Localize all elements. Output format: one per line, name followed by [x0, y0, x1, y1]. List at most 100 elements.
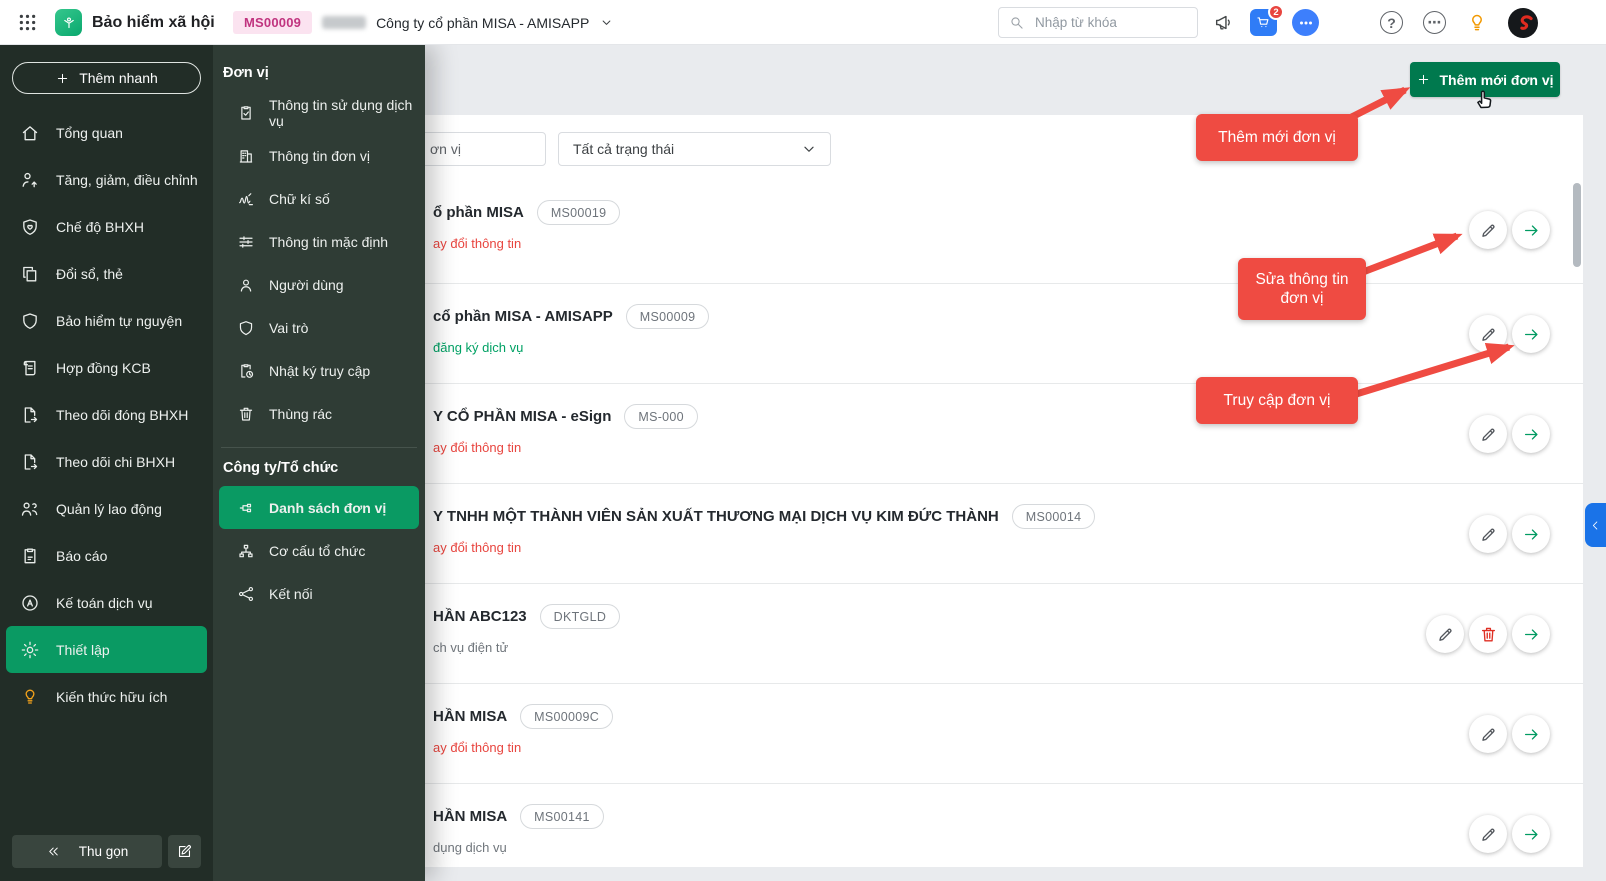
sidebar-item-doi-so-the[interactable]: Đổi sổ, thẻ — [0, 250, 213, 297]
expand-panel-tab[interactable] — [1585, 503, 1606, 547]
unit-row-title: HẦN ABC123 DKTGLD — [433, 604, 621, 629]
open-unit-button[interactable] — [1512, 615, 1550, 653]
announcement-button[interactable] — [1208, 0, 1238, 45]
sidebar-item-label: Quản lý lao động — [56, 500, 162, 517]
edit-menu-button[interactable] — [168, 835, 201, 868]
flyout-item-label: Thùng rác — [269, 405, 333, 422]
arrow-right-icon — [1522, 425, 1541, 444]
flyout-item-label: Chữ kí số — [269, 190, 330, 207]
status-filter-value: Tất cả trạng thái — [573, 141, 675, 157]
knowledge-icon — [20, 687, 40, 707]
sidebar-item-che-do-bhxh[interactable]: Chế độ BHXH — [0, 203, 213, 250]
unit-row-title: ổ phần MISA MS00019 — [433, 200, 621, 225]
sidebar-item-quan-ly-lao-dong[interactable]: Quản lý lao động — [0, 485, 213, 532]
status-filter-select[interactable]: Tất cả trạng thái — [558, 132, 831, 166]
edit-unit-button[interactable] — [1426, 615, 1464, 653]
edit-unit-button[interactable] — [1469, 211, 1507, 249]
scrollbar-thumb[interactable] — [1573, 183, 1581, 267]
edit-unit-button[interactable] — [1469, 415, 1507, 453]
help-button[interactable]: ? — [1380, 0, 1403, 45]
open-unit-button[interactable] — [1512, 815, 1550, 853]
flyout-item-thong-tin-su-dung-dich-vu[interactable]: Thông tin sử dụng dịch vụ — [213, 91, 425, 134]
flyout-item-nguoi-dung[interactable]: Người dùng — [213, 263, 425, 306]
unit-row-title: Y CỔ PHẦN MISA - eSign MS-000 — [433, 404, 698, 429]
open-unit-button[interactable] — [1512, 211, 1550, 249]
sidebar-item-label: Thiết lập — [56, 641, 110, 658]
sidebar-item-bao-cao[interactable]: Báo cáo — [0, 532, 213, 579]
trash-icon — [237, 405, 255, 423]
flyout-item-danh-sach-don-vi[interactable]: Danh sách đơn vị — [219, 486, 419, 529]
sidebar-item-kien-thuc-huu-ich[interactable]: Kiến thức hữu ích — [0, 673, 213, 720]
unit-code-badge: MS00009 — [233, 11, 313, 34]
store-cart-button[interactable]: 2 — [1250, 0, 1284, 45]
tips-button[interactable] — [1462, 0, 1492, 45]
unit-code-pill: MS-000 — [624, 404, 698, 429]
open-unit-button[interactable] — [1512, 515, 1550, 553]
edit-unit-button[interactable] — [1469, 315, 1507, 353]
sidebar-item-thiet-lap[interactable]: Thiết lập — [6, 626, 207, 673]
shield-icon — [237, 319, 255, 337]
apps-grid-icon[interactable] — [14, 0, 40, 45]
unit-code-pill: MS00141 — [520, 804, 604, 829]
edit-unit-button[interactable] — [1469, 715, 1507, 753]
doc-export-icon — [20, 452, 40, 472]
user-icon — [237, 276, 255, 294]
edit-unit-button[interactable] — [1469, 515, 1507, 553]
pencil-icon — [1479, 221, 1498, 240]
copy-icon — [20, 264, 40, 284]
delete-unit-button[interactable] — [1469, 615, 1507, 653]
unit-name: Y CỔ PHẦN MISA - eSign — [433, 408, 612, 425]
sidebar-item-bao-hiem-tu-nguyen[interactable]: Bảo hiểm tự nguyện — [0, 297, 213, 344]
flyout-item-thong-tin-mac-dinh[interactable]: Thông tin mặc định — [213, 220, 425, 263]
sidebar-item-theo-doi-chi-bhxh[interactable]: Theo dõi chi BHXH — [0, 438, 213, 485]
quick-add-label: Thêm nhanh — [79, 70, 158, 86]
open-unit-button[interactable] — [1512, 715, 1550, 753]
sidebar-item-label: Đổi sổ, thẻ — [56, 265, 123, 282]
unit-code-pill: MS00019 — [536, 200, 621, 225]
sidebar-item-theo-doi-dong-bhxh[interactable]: Theo dõi đóng BHXH — [0, 391, 213, 438]
sidebar-item-label: Hợp đồng KCB — [56, 359, 151, 376]
user-avatar[interactable] — [1508, 0, 1538, 45]
cart-count-badge: 2 — [1268, 4, 1284, 20]
flyout-item-co-cau-to-chuc[interactable]: Cơ cấu tổ chức — [213, 529, 425, 572]
flyout-item-thong-tin-don-vi[interactable]: Thông tin đơn vị — [213, 134, 425, 177]
company-selector[interactable]: MS00009 Công ty cổ phần MISA - AMISAPP — [233, 0, 614, 45]
open-unit-button[interactable] — [1512, 315, 1550, 353]
chevron-down-icon — [800, 140, 818, 158]
quick-add-button[interactable]: Thêm nhanh — [12, 62, 201, 94]
flyout-item-nhat-ky-truy-cap[interactable]: Nhật ký truy cập — [213, 349, 425, 392]
pencil-icon — [1436, 625, 1455, 644]
company-name: Công ty cổ phần MISA - AMISAPP — [376, 14, 590, 31]
collapse-sidebar-button[interactable]: Thu gọn — [12, 835, 162, 868]
flyout-item-ket-noi[interactable]: Kết nối — [213, 572, 425, 615]
lightbulb-icon — [1466, 12, 1488, 34]
more-button[interactable]: ⋯ — [1423, 0, 1446, 45]
user-adjust-icon — [20, 170, 40, 190]
flyout-divider — [221, 447, 417, 448]
flyout-item-chu-ki-so[interactable]: Chữ kí số — [213, 177, 425, 220]
callout-access-unit: Truy cập đơn vị — [1196, 377, 1358, 424]
open-unit-button[interactable] — [1512, 415, 1550, 453]
topbar: Bảo hiểm xã hội MS00009 Công ty cổ phần … — [0, 0, 1606, 45]
accounting-icon — [20, 593, 40, 613]
sidebar-item-hop-dong-kcb[interactable]: Hợp đồng KCB — [0, 344, 213, 391]
sidebar-item-tang-giam-dieu-chinh[interactable]: Tăng, giảm, điều chỉnh — [0, 156, 213, 203]
edit-unit-button[interactable] — [1469, 815, 1507, 853]
sidebar-item-tong-quan[interactable]: Tổng quan — [0, 109, 213, 156]
chat-button[interactable] — [1292, 0, 1319, 45]
flyout-item-vai-tro[interactable]: Vai trò — [213, 306, 425, 349]
unit-name: Y TNHH MỘT THÀNH VIÊN SẢN XUẤT THƯƠNG MẠ… — [433, 508, 999, 525]
pencil-icon — [1479, 525, 1498, 544]
sidebar-item-ke-toan-dich-vu[interactable]: Kế toán dịch vụ — [0, 579, 213, 626]
sidebar-menu: Tổng quan Tăng, giảm, điều chỉnh Chế độ BH… — [0, 109, 213, 720]
add-unit-button[interactable]: Thêm mới đơn vị — [1410, 62, 1560, 97]
contract-icon — [20, 358, 40, 378]
unit-row-title: HẦN MISA MS00009C — [433, 704, 614, 729]
megaphone-icon — [1213, 12, 1234, 33]
unit-status-text: ay đổi thông tin — [433, 236, 522, 251]
edit-square-icon — [176, 843, 193, 860]
search-input[interactable] — [1033, 14, 1214, 31]
flyout-item-thung-rac[interactable]: Thùng rác — [213, 392, 425, 435]
right-gutter — [1583, 45, 1606, 881]
plus-icon — [1416, 72, 1431, 87]
